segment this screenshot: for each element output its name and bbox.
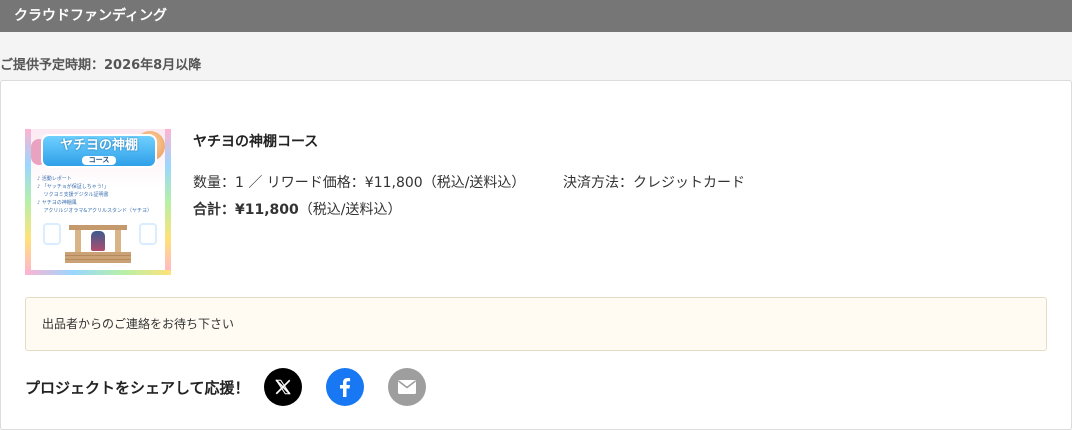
order-total: 合計：¥11,800（税込/送料込） (193, 199, 401, 219)
course-title: ヤチヨの神棚コース (193, 134, 319, 150)
delivery-schedule: ご提供予定時期：2026年8月以降 (0, 58, 202, 73)
thumbnail-banner-title: ヤチヨの神棚 (59, 138, 138, 153)
share-label: プロジェクトをシェアして応援！ (25, 378, 250, 397)
reward-card: ヤチヨの神棚 コース ♪ 活動レポート ♪ 「ヤッチョが保証しちゃう!」 ツクヨ… (0, 80, 1072, 430)
shrine-pillar (115, 230, 121, 252)
thumbnail-text-lines: ♪ 活動レポート ♪ 「ヤッチョが保証しちゃう!」 ツクヨミ支援デジタル証明書 … (37, 175, 163, 215)
page-title: クラウドファンディング (14, 8, 168, 24)
x-logo-icon (274, 379, 291, 395)
shrine-pillar (75, 230, 81, 252)
thumbnail-bottom-stripe (25, 270, 171, 275)
reward-thumbnail[interactable]: ヤチヨの神棚 コース ♪ 活動レポート ♪ 「ヤッチョが保証しちゃう!」 ツクヨ… (25, 129, 171, 275)
thumbnail-banner: ヤチヨの神棚 コース (41, 134, 157, 168)
page-header: クラウドファンディング (0, 0, 1072, 32)
thumbnail-line: ♪ 活動レポート (37, 176, 72, 182)
mail-icon (397, 380, 416, 394)
share-facebook-button[interactable] (325, 368, 364, 406)
thumbnail-line: ♪ 「ヤッチョが保証しちゃう!」 (37, 184, 109, 190)
thumbnail-line: ツクヨミ支援デジタル証明書 (37, 192, 109, 198)
character-figure (91, 231, 105, 251)
thumbnail-banner-sub: コース (82, 156, 116, 165)
facebook-icon (339, 378, 350, 397)
thumbnail-line: アクリルジオラマ&アクリルスタンド（ヤチヨ） (37, 208, 152, 214)
thumbnail-shrine-diorama (65, 225, 131, 263)
share-section: プロジェクトをシェアして応援！ (25, 367, 450, 407)
total-amount: 合計：¥11,800 (193, 202, 299, 218)
payment-method: 決済方法：クレジットカード (563, 175, 745, 191)
thumbnail-right-stripe (165, 129, 171, 275)
thumbnail-line: ♪ ヤチヨの神棚風 (37, 200, 77, 206)
thumbnail-decoration (139, 223, 157, 245)
share-x-button[interactable] (263, 368, 302, 406)
quantity-price-line: 数量：1 ／ リワード価格：¥11,800（税込/送料込） (193, 175, 526, 191)
total-tax-note: （税込/送料込） (298, 202, 402, 218)
seller-contact-notice: 出品者からのご連絡をお待ち下さい (25, 297, 1047, 351)
share-email-button[interactable] (387, 368, 426, 406)
thumbnail-decoration (43, 223, 61, 245)
shrine-steps (65, 252, 131, 263)
